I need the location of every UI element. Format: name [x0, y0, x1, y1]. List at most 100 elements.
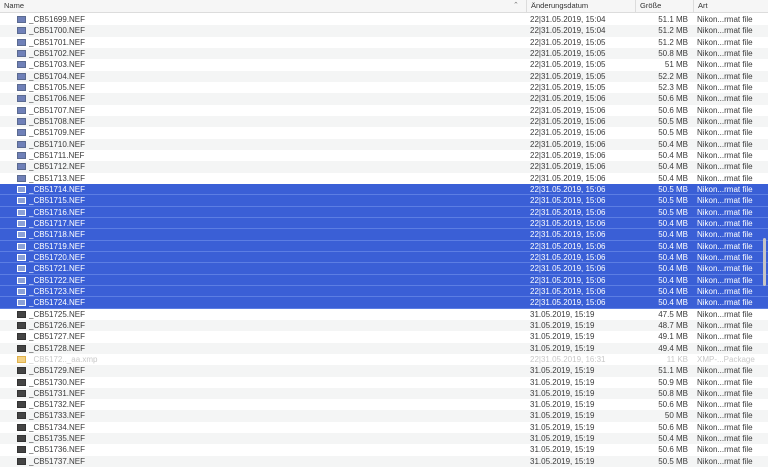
file-size: 51.1 MB: [658, 15, 688, 24]
file-row[interactable]: _CB51707.NEF 22|31.05.2019, 15:06 50.6 MB N…: [0, 105, 768, 116]
file-size: 11 KB: [666, 354, 688, 364]
file-date: 22|31.05.2019, 15:06: [530, 264, 606, 274]
file-name: _CB51715.NEF: [29, 196, 86, 206]
file-row[interactable]: _CB51733.NEF 31.05.2019, 15:19 50 MB Nikon.…: [0, 410, 768, 422]
column-header-kind-label: Art: [698, 1, 708, 10]
file-date: 31.05.2019, 15:19: [530, 456, 595, 466]
file-row[interactable]: _CB51724.NEF 22|31.05.2019, 15:06 50.4 MB N…: [0, 297, 768, 309]
file-name: _CB51718.NEF: [29, 230, 86, 240]
file-size: 50.9 MB: [658, 377, 688, 387]
file-date: 22|31.05.2019, 15:06: [530, 128, 606, 138]
nef-file-dark-icon: [17, 412, 26, 420]
file-size: 50.8 MB: [658, 388, 688, 398]
nef-file-dark-icon: [17, 446, 26, 454]
file-date: 22|31.05.2019, 16:31: [530, 354, 606, 364]
file-row[interactable]: _CB51701.NEF 22|31.05.2019, 15:05 51.2 MB N…: [0, 37, 768, 48]
file-row[interactable]: _CB51713.NEF 22|31.05.2019, 15:06 50.4 MB N…: [0, 173, 768, 184]
file-kind: Nikon...rmat file: [697, 298, 753, 308]
file-row[interactable]: _CB51723.NEF 22|31.05.2019, 15:06 50.4 MB N…: [0, 285, 768, 298]
file-row[interactable]: _CB5172.._aa.xmp 22|31.05.2019, 16:31 11 K…: [0, 354, 768, 365]
column-header-size[interactable]: Größe: [635, 0, 693, 12]
file-date: 22|31.05.2019, 15:05: [530, 71, 606, 81]
column-header-kind[interactable]: Art: [693, 0, 768, 12]
file-row[interactable]: _CB51710.NEF 22|31.05.2019, 15:06 50.4 MB N…: [0, 138, 768, 150]
file-row[interactable]: _CB51730.NEF 31.05.2019, 15:19 50.9 MB Niko…: [0, 377, 768, 388]
file-row[interactable]: _CB51716.NEF 22|31.05.2019, 15:06 50.5 MB N…: [0, 206, 768, 218]
file-row[interactable]: _CB51714.NEF 22|31.05.2019, 15:06 50.5 MB N…: [0, 183, 768, 196]
file-row[interactable]: _CB51725.NEF 31.05.2019, 15:19 47.5 MB Niko…: [0, 309, 768, 320]
file-name: _CB51726.NEF: [29, 320, 86, 330]
file-row[interactable]: _CB51712.NEF 22|31.05.2019, 15:06 50.4 MB N…: [0, 161, 768, 173]
nef-file-icon: [17, 276, 26, 284]
file-size: 50.6 MB: [658, 400, 688, 410]
file-name: _CB51708.NEF: [29, 116, 86, 126]
file-row[interactable]: _CB51706.NEF 22|31.05.2019, 15:06 50.6 MB N…: [0, 93, 768, 105]
file-size: 51.2 MB: [658, 26, 688, 36]
file-name: _CB51707.NEF: [29, 105, 86, 115]
nef-file-icon: [17, 49, 26, 57]
file-row[interactable]: _CB51709.NEF 22|31.05.2019, 15:06 50.5 MB N…: [0, 127, 768, 138]
file-kind: Nikon...rmat file: [697, 456, 753, 466]
file-name: _CB51721.NEF: [29, 264, 86, 274]
file-date: 31.05.2019, 15:19: [530, 366, 595, 376]
file-row[interactable]: _CB51700.NEF 22|31.05.2019, 15:04 51.2 MB N…: [0, 25, 768, 37]
file-size: 51.2 MB: [658, 37, 688, 47]
file-row[interactable]: _CB51732.NEF 31.05.2019, 15:19 50.6 MB Niko…: [0, 399, 768, 410]
file-row[interactable]: _CB51728.NEF 31.05.2019, 15:19 49.4 MB Niko…: [0, 342, 768, 354]
file-row[interactable]: _CB51702.NEF 22|31.05.2019, 15:05 50.8 MB N…: [0, 47, 768, 60]
file-date: 22|31.05.2019, 15:06: [530, 196, 606, 206]
file-kind: Nikon...rmat file: [697, 48, 753, 58]
file-row[interactable]: _CB51718.NEF 22|31.05.2019, 15:06 50.4 MB N…: [0, 229, 768, 241]
file-row[interactable]: _CB51726.NEF 31.05.2019, 15:19 48.7 MB Niko…: [0, 319, 768, 332]
file-name: _CB51703.NEF: [29, 60, 86, 70]
file-name: _CB51700.NEF: [29, 26, 86, 36]
file-size: 49.4 MB: [658, 343, 688, 353]
file-row[interactable]: _CB51720.NEF 22|31.05.2019, 15:06 50.4 MB N…: [0, 251, 768, 264]
file-row[interactable]: _CB51703.NEF 22|31.05.2019, 15:05 51 MB Nik…: [0, 59, 768, 70]
file-row[interactable]: _CB51727.NEF 31.05.2019, 15:19 49.1 MB Niko…: [0, 331, 768, 342]
column-header-date[interactable]: Änderungsdatum: [526, 0, 635, 12]
nef-file-dark-icon: [17, 344, 26, 352]
file-name: _CB51731.NEF: [29, 388, 86, 398]
file-date: 31.05.2019, 15:19: [530, 320, 595, 330]
file-name: _CB51704.NEF: [29, 71, 86, 81]
column-header-name[interactable]: Name: [0, 0, 526, 12]
file-kind: Nikon...rmat file: [697, 26, 753, 36]
file-date: 22|31.05.2019, 15:06: [530, 94, 606, 104]
file-date: 22|31.05.2019, 15:04: [530, 26, 606, 36]
file-name: _CB51729.NEF: [29, 366, 86, 376]
nef-file-icon: [17, 253, 26, 261]
file-name: _CB51705.NEF: [29, 82, 86, 92]
file-kind: Nikon...rmat file: [697, 207, 753, 217]
nef-file-dark-icon: [17, 367, 26, 375]
file-row[interactable]: _CB51705.NEF 22|31.05.2019, 15:05 52.3 MB N…: [0, 82, 768, 93]
file-kind: Nikon...rmat file: [697, 411, 753, 421]
nef-file-icon: [17, 163, 26, 171]
file-size: 50.6 MB: [658, 422, 688, 432]
file-size: 50.4 MB: [658, 298, 688, 308]
file-row[interactable]: _CB51736.NEF 31.05.2019, 15:19 50.6 MB Niko…: [0, 444, 768, 455]
file-name: _CB51725.NEF: [29, 309, 86, 319]
nef-file-icon: [17, 174, 26, 182]
file-row[interactable]: _CB51735.NEF 31.05.2019, 15:19 50.4 MB Niko…: [0, 433, 768, 445]
file-name: _CB51723.NEF: [29, 286, 86, 296]
file-name: _CB51719.NEF: [29, 241, 86, 251]
file-row[interactable]: _CB51731.NEF 31.05.2019, 15:19 50.8 MB Niko…: [0, 387, 768, 400]
file-row[interactable]: _CB51715.NEF 22|31.05.2019, 15:06 50.5 MB N…: [0, 195, 768, 207]
file-name: _CB51734.NEF: [29, 422, 86, 432]
file-row[interactable]: _CB51734.NEF 31.05.2019, 15:19 50.6 MB Niko…: [0, 422, 768, 433]
file-name: _CB51711.NEF: [29, 150, 85, 160]
file-row[interactable]: _CB51704.NEF 22|31.05.2019, 15:05 52.2 MB N…: [0, 70, 768, 82]
file-row[interactable]: _CB51708.NEF 22|31.05.2019, 15:06 50.5 MB N…: [0, 115, 768, 128]
file-row[interactable]: _CB51717.NEF 22|31.05.2019, 15:06 50.4 MB N…: [0, 217, 768, 230]
file-row[interactable]: _CB51721.NEF 22|31.05.2019, 15:06 50.4 MB N…: [0, 263, 768, 275]
file-row[interactable]: _CB51711.NEF 22|31.05.2019, 15:06 50.4 MB N…: [0, 150, 768, 161]
file-row[interactable]: _CB51699.NEF 22|31.05.2019, 15:04 51.1 MB N…: [0, 14, 768, 25]
vertical-scrollbar-thumb[interactable]: [763, 238, 766, 286]
file-kind: Nikon...rmat file: [697, 434, 753, 444]
file-row[interactable]: _CB51722.NEF 22|31.05.2019, 15:06 50.4 MB N…: [0, 274, 768, 286]
file-name: _CB51714.NEF: [29, 184, 86, 194]
file-row[interactable]: _CB51719.NEF 22|31.05.2019, 15:06 50.4 MB N…: [0, 240, 768, 252]
file-row[interactable]: _CB51729.NEF 31.05.2019, 15:19 51.1 MB Niko…: [0, 365, 768, 377]
file-row[interactable]: _CB51737.NEF 31.05.2019, 15:19 50.5 MB Niko…: [0, 455, 768, 468]
